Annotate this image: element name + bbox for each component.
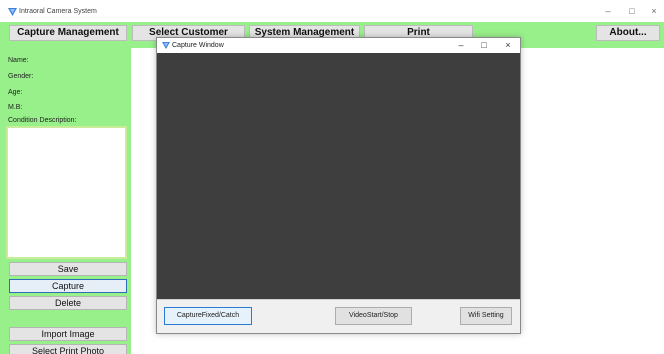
capture-window-title-bar[interactable]: Capture Window – □ × <box>157 38 520 53</box>
patient-panel: Name: Gender: Age: M.B: Condition Descri… <box>0 48 131 354</box>
maximize-button[interactable]: □ <box>626 5 638 17</box>
capture-fixed-catch-button[interactable]: CaptureFixed/Catch <box>164 307 252 325</box>
select-print-photo-button[interactable]: Select Print Photo <box>9 344 127 354</box>
app-title: Intraoral Camera System <box>19 8 97 15</box>
minimize-button[interactable]: – <box>602 5 614 17</box>
title-bar: Intraoral Camera System – □ × <box>0 0 664 22</box>
capture-window-title: Capture Window <box>172 42 224 49</box>
mb-label: M.B: <box>8 104 23 111</box>
name-label: Name: <box>8 57 29 64</box>
import-image-button[interactable]: Import Image <box>9 327 127 341</box>
capture-button[interactable]: Capture <box>9 279 127 293</box>
gender-label: Gender: <box>8 73 34 80</box>
condition-description-label: Condition Description: <box>8 117 77 124</box>
app-logo-icon <box>162 42 170 49</box>
app-logo-icon <box>8 8 17 16</box>
capture-maximize-button[interactable]: □ <box>478 40 490 51</box>
capture-management-button[interactable]: Capture Management <box>9 25 127 41</box>
condition-description-input[interactable] <box>6 126 127 259</box>
capture-close-button[interactable]: × <box>502 40 514 51</box>
delete-button[interactable]: Delete <box>9 296 127 310</box>
capture-button-bar: CaptureFixed/Catch VideoStart/Stop Wifi … <box>157 299 520 333</box>
close-button[interactable]: × <box>648 5 660 17</box>
about-button[interactable]: About... <box>596 25 660 41</box>
wifi-setting-button[interactable]: Wifi Setting <box>460 307 512 325</box>
capture-window: Capture Window – □ × CaptureFixed/Catch … <box>156 37 521 334</box>
capture-minimize-button[interactable]: – <box>455 40 467 51</box>
save-button[interactable]: Save <box>9 262 127 276</box>
age-label: Age: <box>8 89 23 96</box>
app-root: Intraoral Camera System – □ × Capture Ma… <box>0 0 664 354</box>
video-preview <box>157 53 520 299</box>
video-start-stop-button[interactable]: VideoStart/Stop <box>335 307 412 325</box>
